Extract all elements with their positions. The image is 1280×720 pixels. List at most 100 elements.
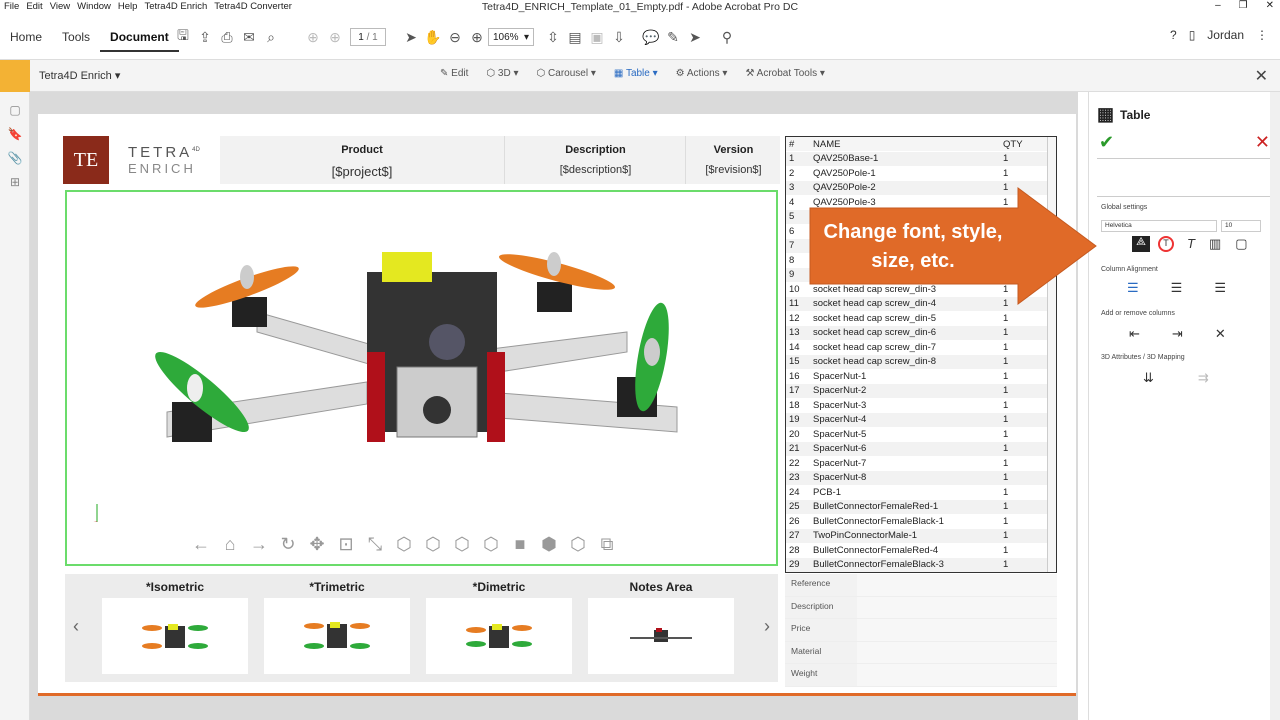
arrow-left-icon[interactable]: ←: [189, 534, 213, 555]
table-row[interactable]: 2 QAV250Pole-1 1: [786, 166, 1048, 181]
col-header-name[interactable]: NAME: [810, 137, 1000, 152]
tool-edit[interactable]: ✎ Edit: [440, 68, 468, 79]
drone-model[interactable]: [67, 192, 776, 527]
print-icon[interactable]: ⎙: [216, 28, 238, 46]
rotate-icon[interactable]: ↻: [276, 534, 300, 555]
help-icon[interactable]: ?: [1170, 28, 1177, 42]
font-color-icon[interactable]: T: [1158, 236, 1174, 252]
view-tri-icon[interactable]: ⬡: [450, 534, 474, 555]
close-window-icon[interactable]: ✕: [1266, 0, 1274, 11]
table-row[interactable]: 27 TwoPinConnectorMale-1 1: [786, 528, 1048, 544]
confirm-check-icon[interactable]: ✔: [1099, 132, 1114, 153]
close-icon[interactable]: ✕: [1255, 66, 1268, 86]
folder-icon[interactable]: [0, 60, 30, 92]
download-icon[interactable]: ⇩: [608, 28, 630, 46]
zoom-select[interactable]: 106% ▾: [488, 28, 534, 46]
map-attributes-icon[interactable]: ⇊: [1143, 370, 1154, 386]
mobile-link-icon[interactable]: ▯: [1189, 28, 1196, 42]
wireframe-icon[interactable]: ⬡: [566, 534, 590, 555]
comment-icon[interactable]: 💬: [640, 28, 662, 46]
col-header-qty[interactable]: QTY: [1000, 137, 1048, 152]
table-row[interactable]: 19 SpacerNut-4 1: [786, 412, 1048, 428]
pointer-icon[interactable]: ➤: [684, 28, 706, 46]
page-number-field[interactable]: 1 / 1: [350, 28, 386, 46]
column-width-icon[interactable]: ▥: [1209, 236, 1221, 252]
save-icon[interactable]: 🖫: [172, 27, 194, 46]
fit-icon[interactable]: ⤡: [363, 534, 387, 555]
table-row[interactable]: 26 BulletConnectorFemaleBlack-1 1: [786, 514, 1048, 529]
view-iso-icon[interactable]: ⬡: [421, 534, 445, 555]
carousel-prev-icon[interactable]: ‹: [73, 616, 79, 637]
minimize-icon[interactable]: –: [1215, 0, 1221, 11]
page-up-icon[interactable]: ⊕: [302, 28, 324, 46]
page-down-icon[interactable]: ⊕: [324, 28, 346, 46]
view-thumb[interactable]: *Trimetric: [264, 578, 410, 674]
plugin-dropdown[interactable]: Tetra4D Enrich ▾: [39, 69, 120, 82]
table-row[interactable]: 13 socket head cap screw_din-6 1: [786, 325, 1048, 341]
add-column-left-icon[interactable]: ⇤: [1129, 326, 1140, 342]
explode-icon[interactable]: ⬡: [392, 534, 416, 555]
select-cursor-icon[interactable]: ➤: [400, 28, 422, 46]
col-header-number[interactable]: #: [786, 137, 810, 152]
table-row[interactable]: 24 PCB-1 1: [786, 485, 1048, 500]
user-name[interactable]: Jordan: [1207, 28, 1244, 42]
table-row[interactable]: 28 BulletConnectorFemaleRed-4 1: [786, 543, 1048, 558]
table-row[interactable]: 15 socket head cap screw_din-8 1: [786, 354, 1048, 370]
pages-icon[interactable]: ▢: [0, 98, 30, 122]
table-row[interactable]: 17 SpacerNut-2 1: [786, 383, 1048, 399]
bookmark-icon[interactable]: 🔖: [0, 122, 30, 146]
table-row[interactable]: 1 QAV250Base-1 1: [786, 151, 1048, 167]
font-bold-icon[interactable]: ⟁: [1132, 236, 1150, 252]
view-thumb[interactable]: *Dimetric: [426, 578, 572, 674]
product-value[interactable]: [$project$]: [220, 164, 504, 179]
align-right-icon[interactable]: ☰: [1214, 280, 1226, 296]
version-value[interactable]: [$revision$]: [687, 164, 780, 176]
table-row[interactable]: 21 SpacerNut-6 1: [786, 441, 1048, 457]
more-icon[interactable]: ⋮: [1256, 28, 1268, 42]
restore-icon[interactable]: ❐: [1239, 0, 1248, 11]
upload-icon[interactable]: ⇪: [194, 28, 216, 46]
arrow-right-icon[interactable]: →: [247, 534, 271, 555]
table-row[interactable]: 18 SpacerNut-3 1: [786, 398, 1048, 413]
font-select[interactable]: Helvetica: [1101, 220, 1217, 232]
tool-carousel[interactable]: ⬡ Carousel ▾: [537, 68, 596, 79]
view-thumb[interactable]: Notes Area: [588, 578, 734, 674]
view-thumb[interactable]: *Isometric: [102, 578, 248, 674]
border-icon[interactable]: ▢: [1235, 236, 1247, 252]
tool-3d[interactable]: ⬡ 3D ▾: [486, 68, 518, 79]
tool-actions[interactable]: ⚙ Actions ▾: [676, 68, 728, 79]
text-style-italic-icon[interactable]: T: [1187, 236, 1195, 252]
pan-icon[interactable]: ✥: [305, 534, 329, 555]
shaded-icon[interactable]: ⬢: [537, 534, 561, 555]
table-row[interactable]: 25 BulletConnectorFemaleRed-1 1: [786, 499, 1048, 515]
carousel-next-icon[interactable]: ›: [764, 616, 770, 637]
read-mode-icon[interactable]: ⚲: [716, 28, 738, 46]
table-row[interactable]: 16 SpacerNut-1 1: [786, 369, 1048, 384]
table-row[interactable]: 14 socket head cap screw_din-7 1: [786, 340, 1048, 355]
tool-table[interactable]: ▦ Table ▾: [614, 68, 658, 79]
table-row[interactable]: 22 SpacerNut-7 1: [786, 456, 1048, 471]
tool-acrobat-tools[interactable]: ⚒ Acrobat Tools ▾: [745, 68, 824, 79]
fit-page-icon[interactable]: ⇳: [542, 28, 564, 46]
cancel-x-icon[interactable]: ✕: [1255, 132, 1270, 153]
table-row[interactable]: 29 BulletConnectorFemaleBlack-3 1: [786, 557, 1048, 572]
hand-tool-icon[interactable]: ✋: [422, 28, 444, 46]
3d-viewer[interactable]: ← ⌂ → ↻ ✥ ⊡ ⤡ ⬡ ⬡ ⬡ ⬡ ■ ⬢ ⬡ ⧉: [65, 190, 778, 566]
zoom-in-icon[interactable]: ⊕: [466, 28, 488, 46]
align-center-icon[interactable]: ☰: [1171, 280, 1183, 296]
tab-home[interactable]: Home: [0, 30, 52, 44]
pen-icon[interactable]: ✎: [662, 28, 684, 46]
zoom-icon[interactable]: ⊡: [334, 534, 358, 555]
scroll-mode-icon[interactable]: ▤: [564, 28, 586, 46]
add-column-right-icon[interactable]: ⇥: [1172, 326, 1183, 342]
table-row[interactable]: 23 SpacerNut-8 1: [786, 470, 1048, 486]
zoom-out-icon[interactable]: ⊖: [444, 28, 466, 46]
document-scrollbar[interactable]: [1270, 92, 1280, 720]
search-icon[interactable]: ⌕: [260, 28, 282, 46]
full-screen-icon[interactable]: ▣: [586, 28, 608, 46]
model-tree-icon[interactable]: ⊞: [0, 170, 30, 194]
popout-icon[interactable]: ⧉: [595, 534, 619, 555]
solid-icon[interactable]: ■: [508, 534, 532, 555]
unmap-attributes-icon[interactable]: ⇉: [1198, 370, 1209, 386]
table-row[interactable]: 20 SpacerNut-5 1: [786, 427, 1048, 442]
